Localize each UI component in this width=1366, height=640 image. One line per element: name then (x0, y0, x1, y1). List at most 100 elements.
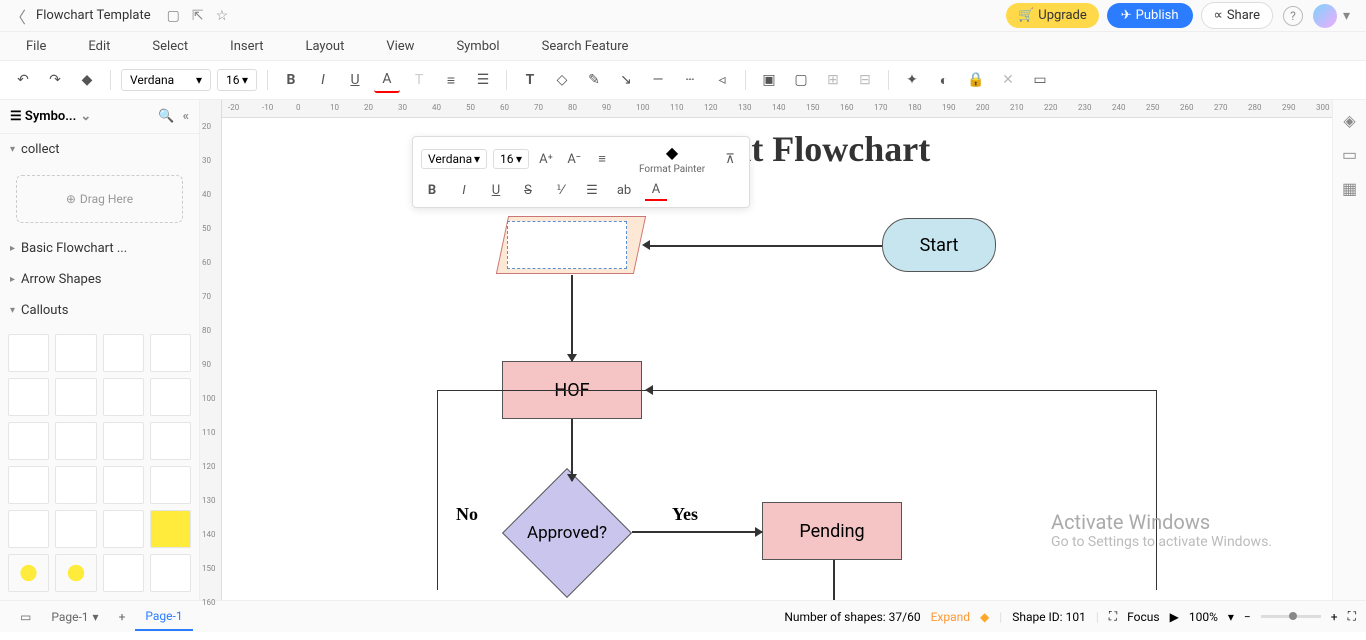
size-select[interactable]: 16▾ (217, 69, 257, 91)
text-tool-icon[interactable]: T (517, 67, 543, 93)
zoom-level[interactable]: 100% (1189, 610, 1218, 624)
callout-thumb[interactable] (150, 554, 191, 592)
shape-data-edit[interactable] (507, 221, 627, 269)
float-align-icon[interactable]: ≡ (591, 148, 613, 170)
decrease-font-icon[interactable]: A⁻ (563, 148, 585, 170)
properties-icon[interactable]: ▭ (1340, 144, 1360, 164)
callout-thumb[interactable] (8, 510, 49, 548)
menu-search[interactable]: Search Feature (536, 35, 635, 58)
float-font-select[interactable]: Verdana▾ (421, 149, 487, 169)
section-callouts[interactable]: ▾Callouts (0, 295, 199, 326)
increase-font-icon[interactable]: A⁺ (535, 148, 557, 170)
callout-thumb[interactable] (103, 334, 144, 372)
float-bullet-list-icon[interactable]: ☰ (581, 179, 603, 201)
float-italic-icon[interactable]: I (453, 179, 475, 201)
callout-thumb[interactable] (150, 510, 191, 548)
callout-thumb[interactable] (150, 334, 191, 372)
font-color-icon[interactable]: A (374, 67, 400, 93)
search-icon[interactable]: 🔍 (158, 109, 174, 124)
line-color-icon[interactable]: ✎ (581, 67, 607, 93)
align-left-icon[interactable]: ≡ (438, 67, 464, 93)
align-vertical-icon[interactable]: ☰ (470, 67, 496, 93)
avatar[interactable] (1313, 4, 1337, 28)
badge-icon[interactable]: ◆ (980, 610, 989, 624)
float-strike-icon[interactable]: S (517, 179, 539, 201)
connector-icon[interactable]: ↘ (613, 67, 639, 93)
float-close-icon[interactable]: ⊼ (719, 148, 741, 170)
present-icon[interactable]: ▭ (1027, 67, 1053, 93)
callout-thumb[interactable] (103, 554, 144, 592)
callout-thumb[interactable] (8, 334, 49, 372)
focus-mode-icon[interactable]: ⛶ (1109, 609, 1117, 624)
expand-link[interactable]: Expand (931, 610, 970, 624)
group-icon[interactable]: ⊞ (820, 67, 846, 93)
zoom-out-icon[interactable]: − (1244, 610, 1251, 624)
crop-icon[interactable]: ◐ (931, 67, 957, 93)
lock-icon[interactable]: 🔒 (963, 67, 989, 93)
focus-label[interactable]: Focus (1127, 610, 1159, 624)
menu-symbol[interactable]: Symbol (450, 35, 505, 58)
open-external-icon[interactable]: ⇱ (192, 8, 204, 24)
line-style-icon[interactable]: — (645, 67, 671, 93)
callout-thumb[interactable] (55, 378, 96, 416)
arrow-start-icon[interactable]: ◃ (709, 67, 735, 93)
undo-icon[interactable]: ↶ (10, 67, 36, 93)
text-effect-icon[interactable]: T (406, 67, 432, 93)
help-icon[interactable]: ? (1283, 6, 1303, 26)
font-select[interactable]: Verdana▾ (121, 69, 211, 91)
page-select[interactable]: Page-1 ▾ (41, 607, 108, 627)
float-font-color-icon[interactable]: A (645, 179, 667, 201)
callout-thumb[interactable] (8, 378, 49, 416)
float-format-painter[interactable]: ◆ Format Painter (639, 143, 705, 175)
underline-icon[interactable]: U (342, 67, 368, 93)
callout-thumb[interactable] (103, 378, 144, 416)
line-dash-icon[interactable]: ┄ (677, 67, 703, 93)
collapse-panel-icon[interactable]: « (183, 109, 189, 124)
callout-thumb[interactable] (103, 422, 144, 460)
float-text-wrap-icon[interactable]: ab (613, 179, 635, 201)
send-back-icon[interactable]: ▢ (788, 67, 814, 93)
callout-thumb[interactable] (55, 554, 96, 592)
redo-icon[interactable]: ↷ (42, 67, 68, 93)
upgrade-button[interactable]: 🛒 Upgrade (1006, 3, 1099, 28)
callout-thumb[interactable] (150, 466, 191, 504)
callout-thumb[interactable] (103, 466, 144, 504)
menu-select[interactable]: Select (146, 35, 194, 58)
pages-list-icon[interactable]: ▭ (10, 607, 41, 627)
tab-page-1[interactable]: Page-1 (135, 603, 192, 631)
fill-icon[interactable]: ◇ (549, 67, 575, 93)
back-icon[interactable]: 〈 (10, 4, 26, 28)
menu-view[interactable]: View (380, 35, 420, 58)
callout-thumb[interactable] (55, 466, 96, 504)
tools-icon[interactable]: ✕ (995, 67, 1021, 93)
fullscreen-icon[interactable]: ⛶ (1348, 609, 1356, 624)
menu-insert[interactable]: Insert (224, 35, 269, 58)
section-basic-flowchart[interactable]: ▸Basic Flowchart ... (0, 233, 199, 264)
zoom-in-icon[interactable]: + (1331, 610, 1338, 624)
float-underline-icon[interactable]: U (485, 179, 507, 201)
italic-icon[interactable]: I (310, 67, 336, 93)
menu-edit[interactable]: Edit (82, 35, 116, 58)
star-icon[interactable]: ☆ (216, 8, 229, 24)
callout-thumb[interactable] (8, 466, 49, 504)
callout-thumb[interactable] (103, 510, 144, 548)
callout-thumb[interactable] (150, 378, 191, 416)
callout-thumb[interactable] (55, 422, 96, 460)
float-bold-icon[interactable]: B (421, 179, 443, 201)
publish-button[interactable]: ✈ Publish (1107, 3, 1193, 28)
menu-file[interactable]: File (20, 35, 52, 58)
callout-thumb[interactable] (8, 422, 49, 460)
share-button[interactable]: ∝ Share (1201, 2, 1273, 29)
callout-thumb[interactable] (8, 554, 49, 592)
distribute-icon[interactable]: ✦ (899, 67, 925, 93)
grid-icon[interactable]: ▦ (1340, 178, 1360, 198)
callout-thumb[interactable] (55, 334, 96, 372)
format-painter-icon[interactable]: ◆ (74, 67, 100, 93)
play-icon[interactable]: ▶ (1170, 610, 1179, 624)
float-numbered-list-icon[interactable]: ⅟ (549, 179, 571, 201)
shape-start[interactable]: Start (882, 218, 996, 272)
zoom-slider[interactable] (1261, 615, 1321, 618)
menu-layout[interactable]: Layout (299, 35, 350, 58)
drag-here-zone[interactable]: ⊕ Drag Here (16, 175, 183, 223)
avatar-dropdown-icon[interactable]: ▾ (1343, 8, 1350, 24)
